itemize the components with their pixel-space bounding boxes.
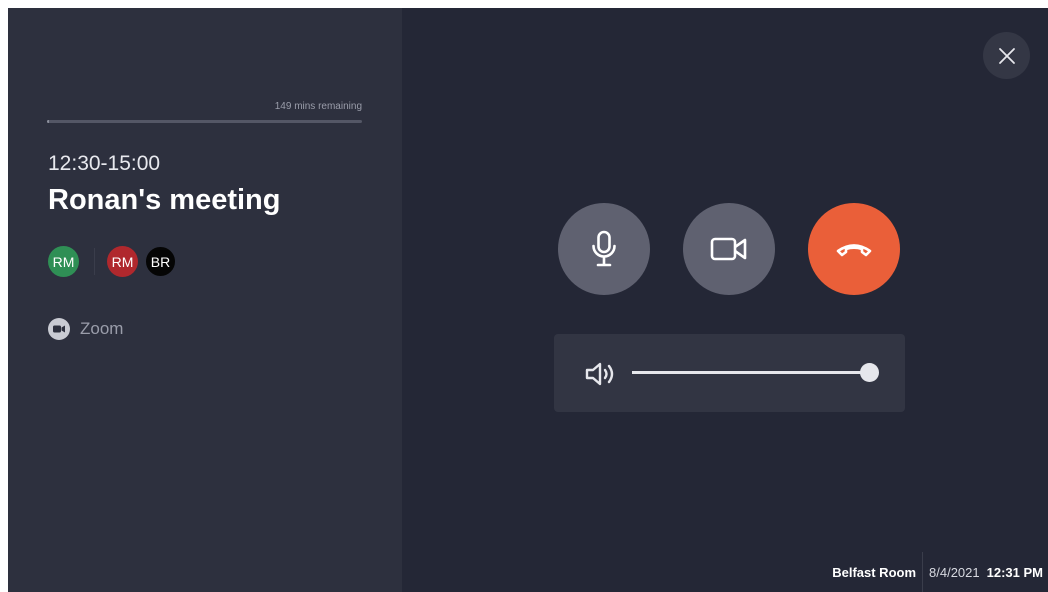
- platform-label: Zoom: [80, 319, 124, 338]
- video-camera-icon: [710, 237, 747, 261]
- close-icon: [998, 47, 1015, 64]
- meeting-progress-fill: [47, 120, 49, 123]
- speaker-icon: [585, 362, 614, 386]
- microphone-icon: [592, 230, 616, 267]
- volume-slider-thumb[interactable]: [860, 363, 879, 382]
- close-button[interactable]: [983, 32, 1030, 79]
- meeting-info-panel: 149 mins remaining 12:30-15:00 Ronan's m…: [8, 8, 402, 592]
- meeting-title: Ronan's meeting: [48, 184, 281, 216]
- meeting-platform: Zoom: [48, 318, 123, 340]
- attendee-avatar: BR: [145, 246, 176, 277]
- mute-microphone-button[interactable]: [558, 203, 650, 295]
- meeting-room-screen: 149 mins remaining 12:30-15:00 Ronan's m…: [8, 8, 1048, 592]
- zoom-icon: [48, 318, 70, 340]
- status-bar: Belfast Room 8/4/2021 12:31 PM: [832, 552, 1043, 592]
- volume-slider-track[interactable]: [632, 371, 869, 374]
- meeting-time-range: 12:30-15:00: [48, 152, 161, 175]
- organizer-avatar: RM: [48, 246, 79, 277]
- attendee-avatar: RM: [107, 246, 138, 277]
- attendee-divider: [94, 248, 95, 275]
- meeting-progress-bar: [47, 120, 362, 123]
- toggle-camera-button[interactable]: [683, 203, 775, 295]
- room-name: Belfast Room: [832, 564, 917, 580]
- status-divider: [922, 552, 924, 592]
- volume-slider-fill: [632, 371, 869, 374]
- volume-control: [554, 334, 905, 412]
- hang-up-icon: [836, 244, 872, 257]
- time-remaining-label: 149 mins remaining: [274, 101, 362, 112]
- current-date: 8/4/2021: [929, 564, 980, 580]
- current-time: 12:31 PM: [986, 564, 1043, 580]
- hang-up-button[interactable]: [808, 203, 900, 295]
